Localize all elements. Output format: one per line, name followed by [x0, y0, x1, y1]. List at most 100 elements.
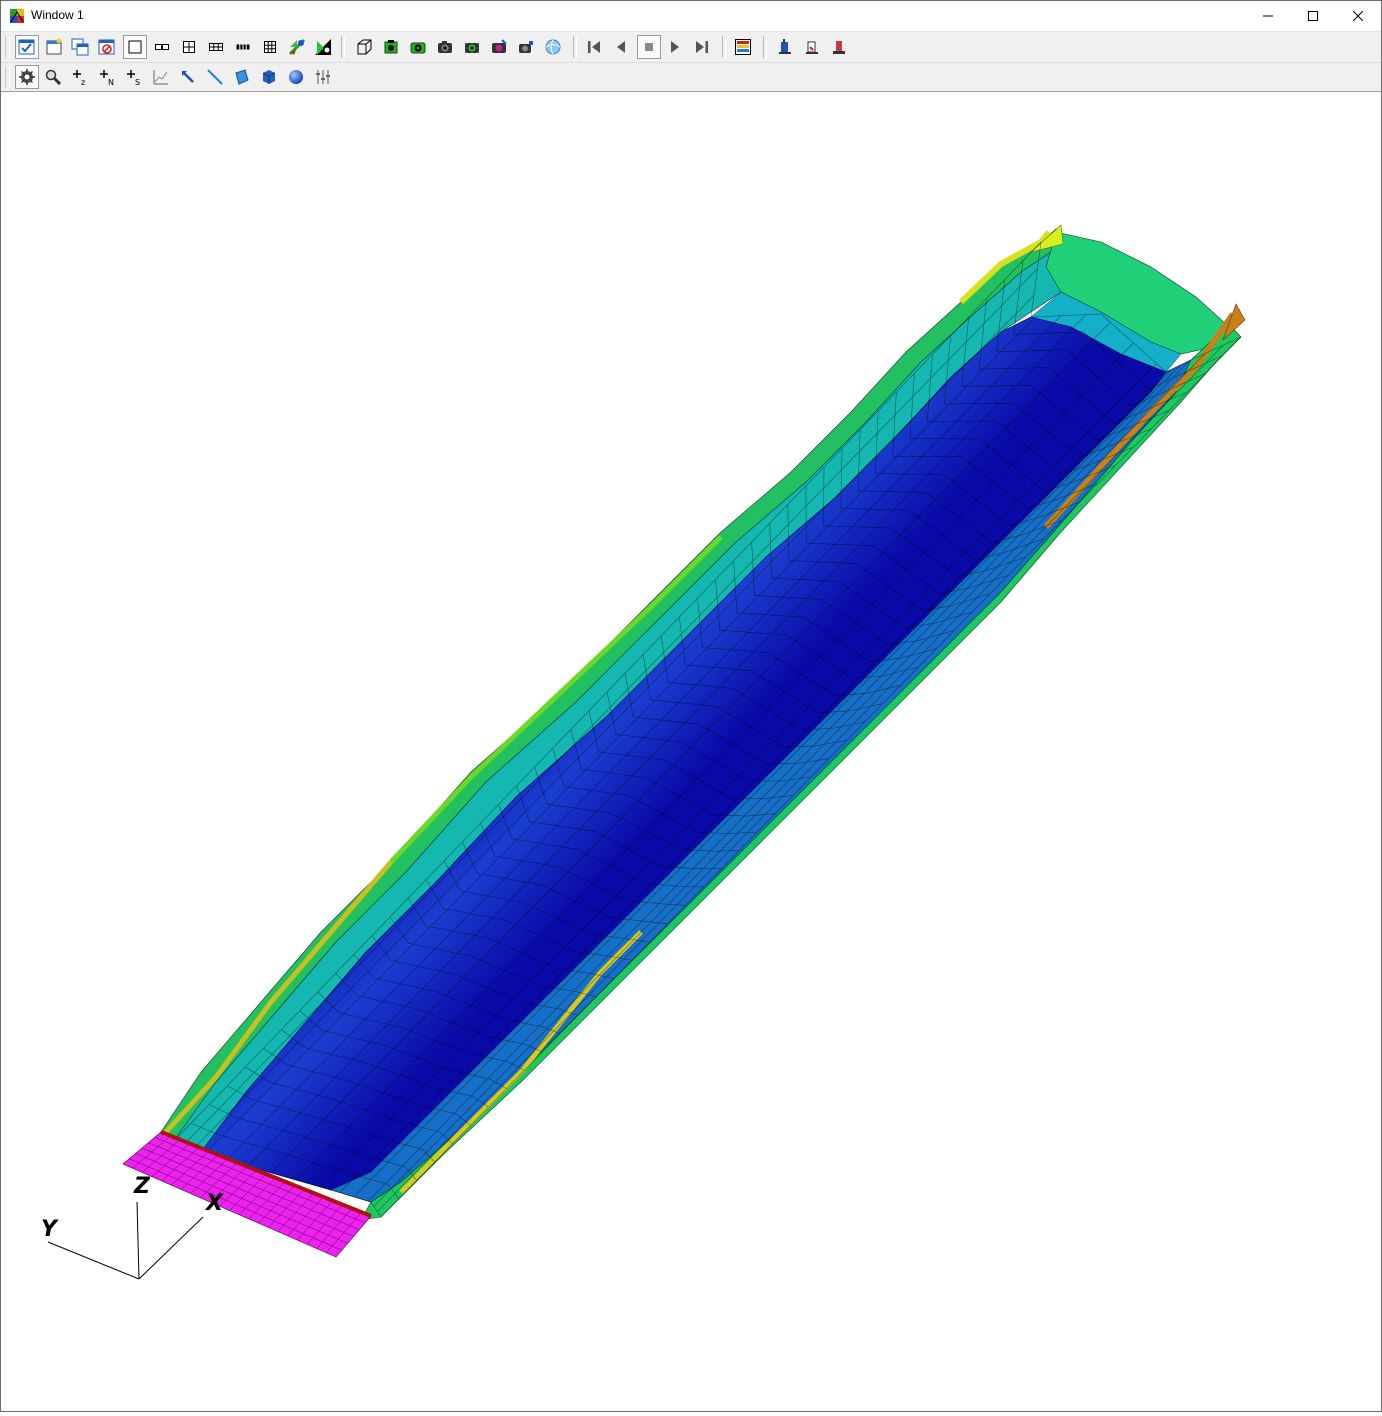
animation-stop-icon — [645, 43, 653, 51]
sphere-view-icon — [545, 39, 561, 55]
toolbar-separator — [722, 36, 726, 58]
bounding-box-button[interactable] — [352, 35, 376, 59]
view-side-button[interactable] — [406, 35, 430, 59]
frame-active-icon — [18, 39, 35, 55]
mesh-line — [270, 322, 1111, 1174]
axis-z-label: Z — [133, 1174, 151, 1199]
probe-stack-icon — [833, 41, 845, 54]
probe-button[interactable] — [773, 35, 797, 59]
camera-color-icon — [492, 39, 507, 53]
app-icon — [10, 9, 24, 23]
layout-single-button[interactable] — [123, 35, 147, 59]
svg-text:S: S — [135, 78, 140, 86]
zoom-button[interactable] — [41, 65, 65, 89]
pick-button[interactable] — [176, 65, 200, 89]
mesh-line — [226, 315, 1062, 1160]
pick-icon — [182, 71, 194, 83]
camera-small-icon — [519, 41, 533, 53]
rotate-icon — [19, 69, 35, 85]
layout-1x4-button[interactable] — [231, 35, 255, 59]
animation-prev-button[interactable] — [609, 35, 633, 59]
probe-edit-button[interactable] — [800, 35, 824, 59]
svg-text:N: N — [108, 78, 114, 86]
cut-plane-icon — [288, 38, 306, 56]
toolbar-separator — [763, 36, 767, 58]
layout-1x4-icon — [236, 44, 250, 50]
copy-frame-icon — [71, 38, 89, 56]
view-front-button[interactable] — [379, 35, 403, 59]
mesh-line — [295, 342, 1134, 1181]
layout-3x3-icon — [264, 41, 276, 53]
surface-icon — [235, 69, 249, 85]
view-front-icon — [384, 40, 398, 54]
window-title: Window 1 — [31, 8, 84, 22]
view-side-icon — [410, 42, 426, 54]
camera-record-icon — [465, 43, 479, 53]
animation-first-icon — [588, 41, 600, 53]
animation-play-button[interactable] — [663, 35, 687, 59]
line-button[interactable] — [203, 65, 227, 89]
sliders-button[interactable] — [311, 65, 335, 89]
toolbar-grip[interactable] — [5, 36, 10, 58]
legend-button[interactable] — [731, 35, 755, 59]
new-frame-icon — [46, 38, 62, 55]
bounding-box-icon — [357, 39, 372, 55]
main-toolbar — [1, 32, 1381, 63]
cube-icon — [262, 70, 276, 84]
sphere-button[interactable] — [284, 65, 308, 89]
translate-z-button[interactable]: z — [68, 65, 92, 89]
contour-button[interactable] — [311, 35, 335, 59]
translate-s-icon: S — [127, 70, 140, 86]
camera-small-button[interactable] — [514, 35, 538, 59]
animation-stop-button[interactable] — [637, 35, 661, 59]
layout-1x2-icon — [155, 44, 169, 50]
minimize-button[interactable] — [1245, 1, 1291, 31]
close-button[interactable] — [1335, 1, 1381, 31]
beam-surface — [122, 224, 1246, 1258]
maximize-icon — [1308, 11, 1318, 21]
cut-plane-button[interactable] — [285, 35, 309, 59]
plot-xy-button[interactable] — [149, 65, 173, 89]
plot-xy-icon — [153, 70, 168, 85]
animation-last-icon — [696, 41, 708, 53]
delete-frame-icon — [98, 39, 115, 55]
camera-button[interactable] — [433, 35, 457, 59]
frame-active-button[interactable] — [15, 35, 39, 59]
layout-single-icon — [128, 40, 142, 54]
probe-icon — [779, 39, 791, 54]
sphere-icon — [289, 70, 303, 84]
animation-last-button[interactable] — [690, 35, 714, 59]
svg-text:z: z — [81, 78, 85, 86]
probe-stack-button[interactable] — [827, 35, 851, 59]
sphere-view-button[interactable] — [541, 35, 565, 59]
mouse-mode-toolbar: z N S — [1, 63, 1381, 92]
toolbar-separator — [573, 36, 577, 58]
close-icon — [1353, 11, 1363, 21]
plot-viewport[interactable]: Z Y X — [1, 92, 1381, 1411]
layout-2x2-button[interactable] — [177, 35, 201, 59]
layout-2x3-button[interactable] — [204, 35, 228, 59]
layout-3x3-button[interactable] — [258, 35, 282, 59]
delete-frame-button[interactable] — [95, 35, 119, 59]
layout-1x2-button[interactable] — [150, 35, 174, 59]
surface-button[interactable] — [230, 65, 254, 89]
animation-first-button[interactable] — [582, 35, 606, 59]
rotate-button[interactable] — [15, 65, 39, 89]
camera-color-button[interactable] — [487, 35, 511, 59]
new-frame-button[interactable] — [42, 35, 66, 59]
animation-play-icon — [671, 41, 679, 53]
camera-record-button[interactable] — [460, 35, 484, 59]
cube-button[interactable] — [257, 65, 281, 89]
fea-mesh-plot[interactable]: Z Y X — [1, 92, 1381, 1411]
translate-n-button[interactable]: N — [95, 65, 119, 89]
translate-s-button[interactable]: S — [122, 65, 146, 89]
trough-floor — [200, 316, 1167, 1191]
copy-frame-button[interactable] — [68, 35, 92, 59]
zoom-icon — [45, 69, 62, 86]
line-icon — [207, 69, 223, 85]
title-bar[interactable]: Window 1 — [1, 1, 1381, 32]
toolbar-grip[interactable] — [5, 66, 10, 88]
camera-icon — [438, 41, 452, 53]
maximize-button[interactable] — [1290, 1, 1336, 31]
mesh-line — [205, 316, 1037, 1154]
